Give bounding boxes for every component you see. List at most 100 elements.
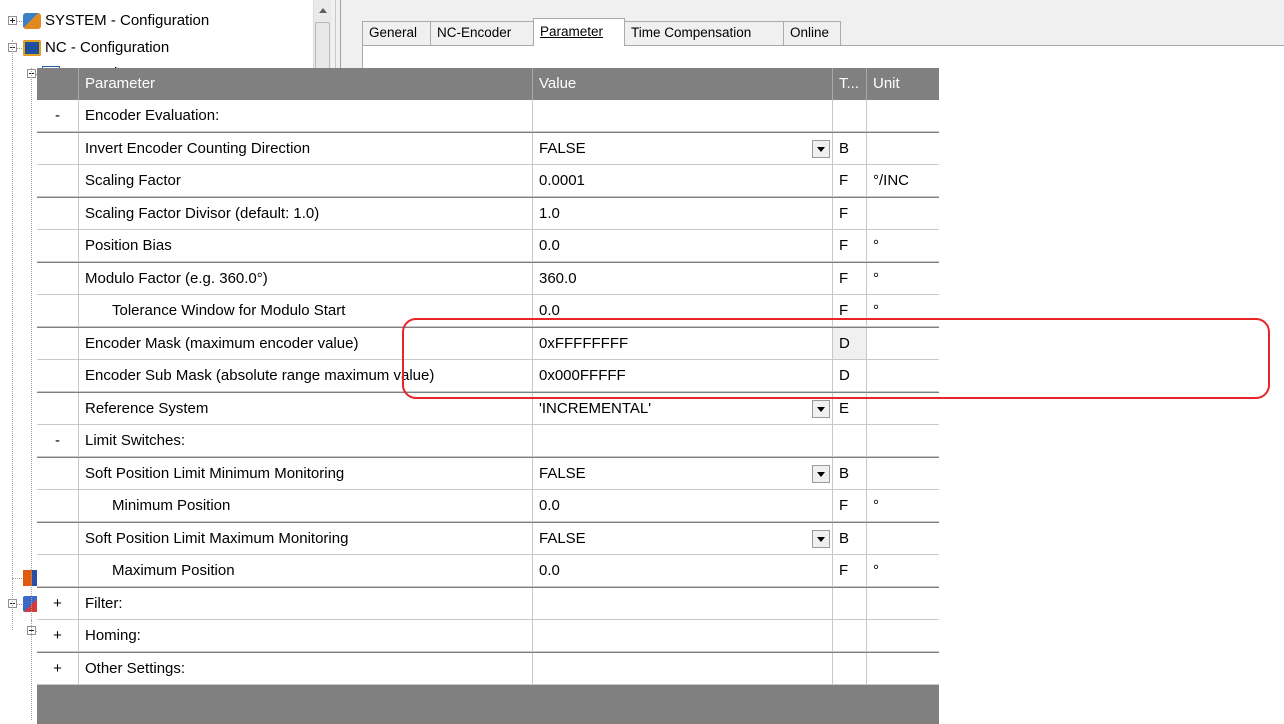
grid-row[interactable]: Minimum Position 0.0 F ° <box>37 490 939 522</box>
grid-group-row[interactable]: - Limit Switches: <box>37 425 939 457</box>
grid-row[interactable]: Soft Position Limit Minimum Monitoring FA… <box>37 457 939 490</box>
parameter-value-cell[interactable]: 'INCREMENTAL' <box>533 392 833 425</box>
parameter-type-cell: F <box>833 295 867 327</box>
parameter-type-cell: F <box>833 230 867 262</box>
tab-label: Time Compensation <box>631 25 752 40</box>
grid-header: Parameter Value T... Unit <box>37 68 939 100</box>
parameter-type-cell <box>833 652 867 685</box>
grid-row[interactable]: Modulo Factor (e.g. 360.0°) 360.0 F ° <box>37 262 939 295</box>
parameter-unit-cell <box>867 393 939 425</box>
parameter-unit-cell: ° <box>867 230 939 262</box>
parameter-value-cell[interactable]: 0.0 <box>533 490 833 522</box>
tree-node-label: NC - Configuration <box>45 39 170 56</box>
group-collapse-toggle[interactable]: - <box>37 100 79 132</box>
grid-row[interactable]: Scaling Factor Divisor (default: 1.0) 1.0… <box>37 197 939 230</box>
header-value[interactable]: Value <box>533 68 833 100</box>
grid-row[interactable]: Reference System 'INCREMENTAL' E <box>37 392 939 425</box>
parameter-value-cell[interactable]: 0.0 <box>533 555 833 587</box>
dropdown-arrow-icon[interactable] <box>812 399 830 418</box>
parameter-name-cell: Limit Switches: <box>79 425 533 457</box>
row-gutter <box>37 165 79 197</box>
tab-general[interactable]: General <box>362 21 431 45</box>
parameter-type-cell: E <box>833 392 867 425</box>
tab-nc-encoder[interactable]: NC-Encoder <box>430 21 534 45</box>
grid-row[interactable]: Invert Encoder Counting Direction FALSE B <box>37 132 939 165</box>
parameter-name-cell: Encoder Mask (maximum encoder value) <box>79 327 533 360</box>
parameter-unit-cell: ° <box>867 263 939 295</box>
tree-node-label: SYSTEM - Configuration <box>45 12 210 29</box>
tab-online[interactable]: Online <box>783 21 841 45</box>
tab-time-compensation[interactable]: Time Compensation <box>624 21 784 45</box>
grid-row[interactable]: Encoder Mask (maximum encoder value) 0xFF… <box>37 327 939 360</box>
parameter-name-cell: Minimum Position <box>79 490 533 522</box>
parameter-unit-cell: ° <box>867 555 939 587</box>
parameter-name-cell: Soft Position Limit Maximum Monitoring <box>79 522 533 555</box>
scroll-up-arrow-icon[interactable] <box>314 0 331 20</box>
parameter-value-cell <box>533 620 833 652</box>
tree-guide-line <box>12 40 13 630</box>
parameter-type-cell: B <box>833 457 867 490</box>
parameter-value-cell[interactable]: FALSE <box>533 522 833 555</box>
parameter-type-cell: D <box>833 327 867 360</box>
header-unit[interactable]: Unit <box>867 68 939 100</box>
dropdown-arrow-icon[interactable] <box>812 139 830 158</box>
dropdown-arrow-icon[interactable] <box>812 529 830 548</box>
grid-row[interactable]: Tolerance Window for Modulo Start 0.0 F ° <box>37 295 939 327</box>
grid-row[interactable]: Maximum Position 0.0 F ° <box>37 555 939 587</box>
parameter-name-cell: Other Settings: <box>79 652 533 685</box>
header-type[interactable]: T... <box>833 68 867 100</box>
tab-parameter[interactable]: Parameter <box>533 18 625 46</box>
parameter-unit-cell: ° <box>867 490 939 522</box>
parameter-name-cell: Reference System <box>79 392 533 425</box>
parameter-unit-cell <box>867 653 939 685</box>
parameter-name-cell: Maximum Position <box>79 555 533 587</box>
parameter-type-cell: D <box>833 360 867 392</box>
parameter-value-cell[interactable]: 0.0 <box>533 295 833 327</box>
parameter-value-cell[interactable]: FALSE <box>533 132 833 165</box>
parameter-value-cell[interactable]: 360.0 <box>533 262 833 295</box>
row-gutter <box>37 230 79 262</box>
grid-group-row[interactable]: + Homing: <box>37 620 939 652</box>
tree-node[interactable]: SYSTEM - Configuration <box>0 8 313 34</box>
tree-node[interactable]: NC - Configuration <box>0 35 313 61</box>
group-expand-toggle[interactable]: + <box>37 620 79 652</box>
header-parameter[interactable]: Parameter <box>79 68 533 100</box>
tab-label: NC-Encoder <box>437 25 512 40</box>
parameter-value-cell <box>533 587 833 620</box>
nc-config-icon <box>23 40 41 56</box>
parameter-value-cell[interactable]: 0.0 <box>533 230 833 262</box>
parameter-type-cell: F <box>833 165 867 197</box>
parameter-unit-cell <box>867 133 939 165</box>
parameter-value-cell[interactable]: 0xFFFFFFFF <box>533 327 833 360</box>
grid-row[interactable]: Scaling Factor 0.0001 F °/INC <box>37 165 939 197</box>
group-expand-toggle[interactable]: + <box>37 587 79 620</box>
parameter-value-cell[interactable]: FALSE <box>533 457 833 490</box>
grid-row[interactable]: Encoder Sub Mask (absolute range maximum… <box>37 360 939 392</box>
parameter-type-cell <box>833 620 867 652</box>
grid-group-row[interactable]: + Filter: <box>37 587 939 620</box>
parameter-unit-cell <box>867 588 939 620</box>
grid-group-row[interactable]: - Encoder Evaluation: <box>37 100 939 132</box>
parameter-value-cell[interactable]: 0.0001 <box>533 165 833 197</box>
parameter-type-cell <box>833 100 867 132</box>
parameter-value-cell[interactable]: 0x000FFFFF <box>533 360 833 392</box>
tree-guide-line <box>31 68 32 698</box>
parameter-unit-cell: ° <box>867 295 939 327</box>
group-collapse-toggle[interactable]: - <box>37 425 79 457</box>
row-gutter <box>37 490 79 522</box>
dropdown-arrow-icon[interactable] <box>812 464 830 483</box>
grid-row[interactable]: Soft Position Limit Maximum Monitoring FA… <box>37 522 939 555</box>
parameter-name-cell: Scaling Factor Divisor (default: 1.0) <box>79 197 533 230</box>
parameter-type-cell: B <box>833 522 867 555</box>
row-gutter <box>37 360 79 392</box>
grid-row[interactable]: Position Bias 0.0 F ° <box>37 230 939 262</box>
parameter-value-cell <box>533 652 833 685</box>
parameter-value-cell[interactable]: 1.0 <box>533 197 833 230</box>
parameter-type-cell: F <box>833 555 867 587</box>
group-expand-toggle[interactable]: + <box>37 652 79 685</box>
parameter-type-cell <box>833 587 867 620</box>
grid-group-row[interactable]: + Other Settings: <box>37 652 939 685</box>
expand-plus-icon[interactable] <box>8 16 17 25</box>
parameter-unit-cell <box>867 620 939 652</box>
tree-guide-line <box>31 620 32 720</box>
